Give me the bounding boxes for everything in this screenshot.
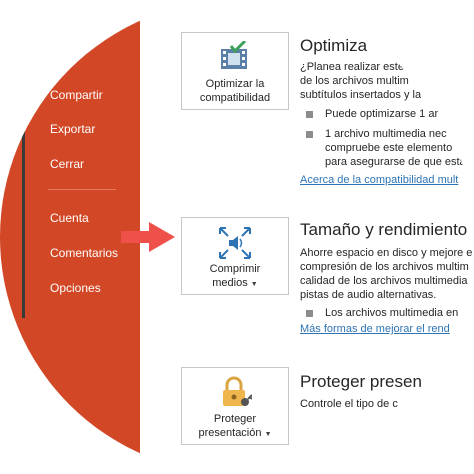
card-label-line1: Comprimir: [209, 263, 261, 275]
optimize-compatibility-button[interactable]: Optimizar la compatibilidad: [181, 32, 289, 110]
sidebar-item-opciones[interactable]: Opciones: [50, 281, 101, 295]
section-title-optimize: Optimiza: [300, 36, 368, 55]
compatibility-link[interactable]: Acerca de la compatibilidad mult: [300, 174, 458, 186]
sidebar-item-exportar[interactable]: Exportar: [50, 122, 95, 136]
protect-presentation-button[interactable]: Proteger presentación ▼: [181, 367, 289, 445]
section-text: compresión de los archivos multim: [300, 261, 469, 273]
dropdown-caret-icon: ▼: [264, 431, 272, 438]
bullet-marker: [306, 111, 313, 118]
sidebar-item-comentarios[interactable]: Comentarios: [50, 246, 118, 260]
sidebar-item-cuenta[interactable]: Cuenta: [50, 211, 89, 225]
card-label-line2-wrap: medios ▼: [182, 276, 288, 292]
bullet-text: Puede optimizarse 1 ar: [325, 108, 439, 120]
lock-key-icon: [223, 376, 252, 406]
film-check-icon: [221, 41, 247, 69]
compress-audio-icon: [219, 227, 251, 259]
sidebar-item-compartir[interactable]: Compartir: [50, 88, 103, 102]
sidebar-item-share-partial[interactable]: Partir: [30, 52, 59, 66]
bullet-text: 1 archivo multimedia nec: [325, 128, 447, 140]
section-text: ¿Planea realizar este: [300, 61, 404, 73]
arrow-right-icon: [121, 222, 175, 252]
section-text: de los archivos multim: [300, 75, 409, 87]
sidebar-divider: [48, 189, 116, 190]
bullet-text: compruebe este elemento: [325, 142, 453, 154]
card-label-line2-wrap: presentación ▼: [182, 426, 288, 442]
improve-performance-link[interactable]: Más formas de mejorar el rend: [300, 323, 450, 335]
section-text: calidad de los archivos multimedia: [300, 275, 468, 287]
circular-frame: Partir Compartir Exportar Cerrar Cuenta …: [0, 0, 474, 474]
sidebar-edge-bar: [22, 118, 25, 318]
sidebar-item-cerrar[interactable]: Cerrar: [50, 157, 84, 171]
section-text: Ahorre espacio en disco y mejore e: [300, 247, 473, 259]
card-label-line2: compatibilidad: [199, 92, 271, 104]
card-label-line1: Proteger: [213, 413, 257, 425]
card-label-line2: medios: [212, 277, 248, 289]
section-text: Controle el tipo de c: [300, 398, 398, 410]
section-text: subtítulos insertados y la: [300, 89, 422, 101]
section-title-protect: Proteger presen: [300, 372, 422, 391]
compress-media-button[interactable]: Comprimir medios ▼: [181, 217, 289, 295]
card-label-line2: presentación: [198, 427, 262, 439]
bullet-text: para asegurarse de que esta: [325, 156, 466, 168]
section-text: pistas de audio alternativas.: [300, 289, 437, 301]
bullet-marker: [306, 131, 313, 138]
dropdown-caret-icon: ▼: [250, 281, 258, 288]
bullet-marker: [306, 310, 313, 317]
backstage-sidebar: Partir Compartir Exportar Cerrar Cuenta …: [0, 0, 140, 474]
bullet-text: Los archivos multimedia en: [325, 307, 459, 319]
card-label-line1: Optimizar la: [205, 78, 265, 90]
section-title-size: Tamaño y rendimiento: [300, 220, 468, 239]
